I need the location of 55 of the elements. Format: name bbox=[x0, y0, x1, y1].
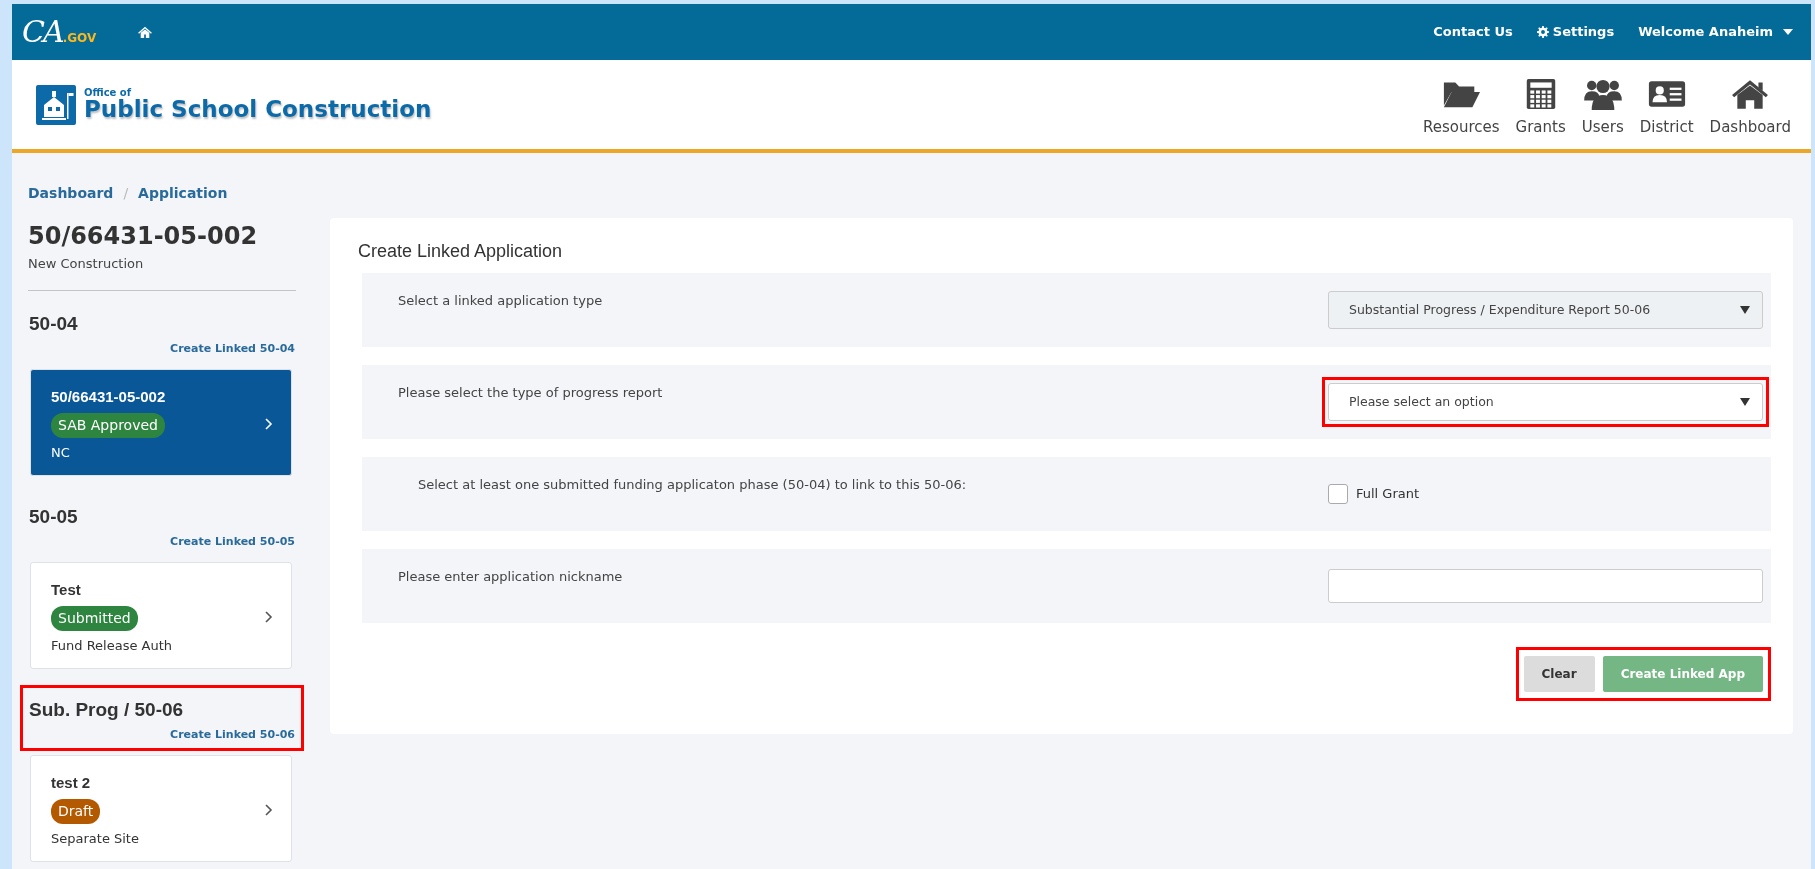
top-nav-link[interactable]: Welcome Anaheim bbox=[1638, 22, 1793, 42]
field-label: Please select the type of progress report bbox=[398, 384, 664, 402]
top-nav-link[interactable]: Contact Us bbox=[1433, 22, 1513, 42]
breadcrumb-link[interactable]: Application bbox=[138, 183, 228, 204]
top-nav-link[interactable]: Settings bbox=[1536, 22, 1615, 42]
chevron-right-icon bbox=[265, 418, 273, 430]
brand-title: Public School Construction bbox=[84, 98, 432, 121]
create-linked-link[interactable]: Create Linked 50-04 bbox=[170, 342, 295, 355]
header-nav-link[interactable]: Dashboard bbox=[1701, 78, 1799, 139]
home-icon bbox=[1731, 78, 1770, 111]
input-field[interactable] bbox=[1328, 569, 1763, 603]
create-linked-link[interactable]: Create Linked 50-05 bbox=[170, 535, 295, 548]
caret-icon bbox=[1740, 398, 1750, 406]
header-nav-link[interactable]: District bbox=[1631, 78, 1702, 139]
application-card[interactable]: test 2 Draft Separate Site bbox=[30, 754, 292, 862]
field-label: Select at least one submitted funding applicaton phase (50-04) to link to this 50-06: bbox=[418, 476, 968, 494]
breadcrumb-link[interactable]: Dashboard bbox=[28, 183, 114, 204]
clear-button[interactable]: Clear bbox=[1523, 656, 1595, 692]
card-subtitle: NC bbox=[51, 444, 70, 462]
checkbox[interactable] bbox=[1328, 484, 1348, 504]
home-icon[interactable] bbox=[138, 26, 153, 38]
header-nav-link[interactable]: Users bbox=[1573, 78, 1632, 139]
header-nav-link[interactable]: Grants bbox=[1507, 78, 1574, 139]
section-title: 50-05 bbox=[29, 504, 79, 529]
caret-icon bbox=[1783, 29, 1793, 35]
caret-icon bbox=[1740, 306, 1750, 314]
chevron-right-icon bbox=[265, 804, 273, 816]
card-title: Test bbox=[51, 579, 81, 600]
field-label: Please enter application nickname bbox=[398, 568, 624, 586]
application-card[interactable]: 50/66431-05-002 SAB Approved NC bbox=[30, 368, 292, 476]
section-title: 50-04 bbox=[29, 311, 79, 336]
dropdown[interactable]: Please select an option bbox=[1328, 383, 1763, 421]
ca-gov-logo[interactable]: CA.GOV bbox=[22, 17, 97, 47]
header-nav-link[interactable]: Resources bbox=[1414, 78, 1508, 139]
status-badge: SAB Approved bbox=[51, 413, 165, 438]
school-icon bbox=[36, 84, 76, 125]
gear-icon bbox=[1536, 26, 1549, 38]
create-linked-link[interactable]: Create Linked 50-06 bbox=[170, 728, 295, 741]
chevron-right-icon bbox=[265, 611, 273, 623]
application-type: New Construction bbox=[28, 255, 145, 273]
field-label: Select a linked application type bbox=[398, 292, 604, 310]
application-card[interactable]: Test Submitted Fund Release Auth bbox=[30, 561, 292, 669]
form-title: Create Linked Application bbox=[358, 240, 564, 263]
card-title: test 2 bbox=[51, 772, 91, 793]
status-badge: Submitted bbox=[51, 606, 138, 631]
checkbox-label: Full Grant bbox=[1356, 485, 1420, 504]
card-subtitle: Separate Site bbox=[51, 830, 139, 848]
users-icon bbox=[1583, 78, 1622, 111]
brand-subtitle: Office of bbox=[84, 88, 133, 98]
status-badge: Draft bbox=[51, 799, 101, 824]
section-title: Sub. Prog / 50-06 bbox=[29, 697, 185, 722]
breadcrumb-separator: / bbox=[123, 184, 129, 203]
card-title: 50/66431-05-002 bbox=[51, 386, 166, 407]
card-subtitle: Fund Release Auth bbox=[51, 637, 173, 655]
application-number: 50/66431-05-002 bbox=[28, 221, 259, 252]
